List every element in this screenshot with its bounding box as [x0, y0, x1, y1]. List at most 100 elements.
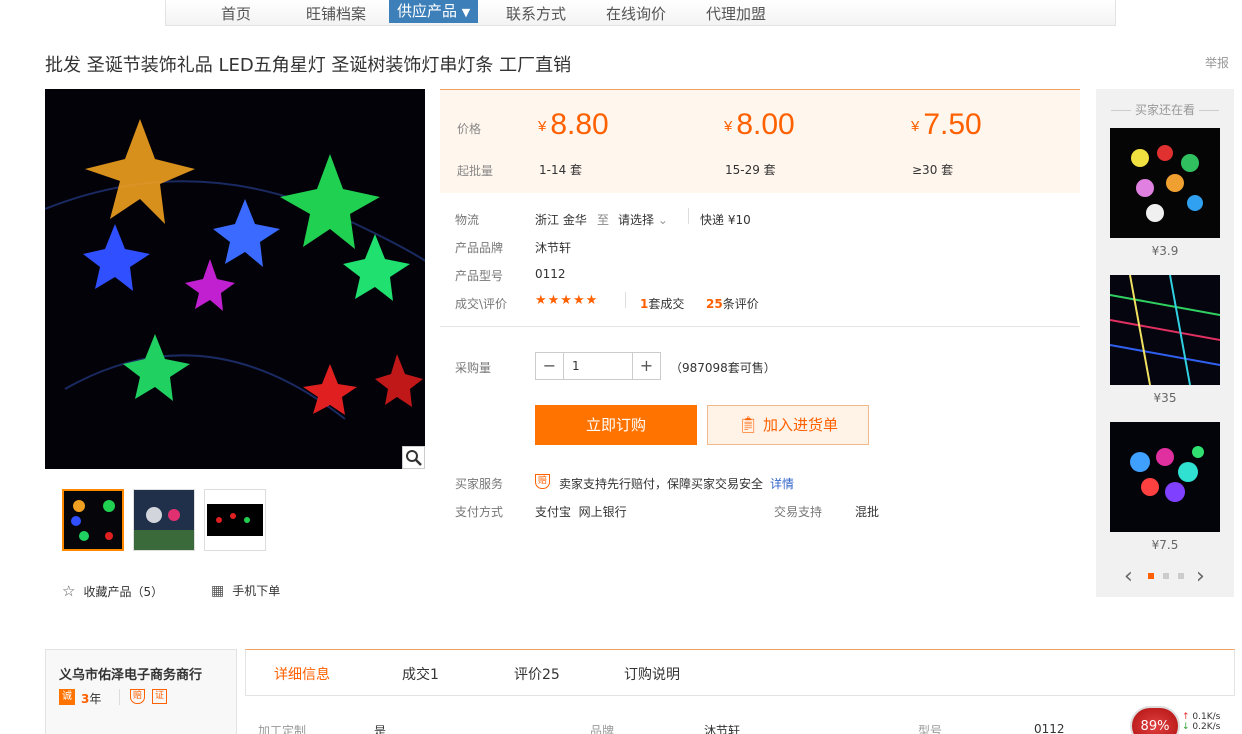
arrow-down-icon: ↓	[1182, 722, 1190, 732]
rec-item-1-image[interactable]	[1110, 128, 1220, 238]
service-details-link[interactable]: 详情	[770, 475, 794, 492]
magnifier-icon	[406, 450, 422, 466]
memory-usage-widget[interactable]: 89%	[1130, 706, 1180, 734]
globe-lights-image	[1110, 422, 1220, 532]
title-rule	[1198, 110, 1219, 111]
shop-name[interactable]: 义乌市佑泽电子商务商行	[59, 664, 202, 683]
recommendations-title-text: 买家还在看	[1134, 103, 1195, 117]
detail-value-brand: 沐节轩	[704, 724, 741, 734]
nav-home[interactable]: 首页	[221, 3, 251, 24]
net-lights-image	[1110, 275, 1220, 385]
pager-dot[interactable]	[1178, 573, 1184, 579]
price-value: 8.80	[550, 108, 609, 141]
quantity-input[interactable]: 1	[563, 353, 633, 379]
detail-tabs: 详细信息 成交1 评价25 订购说明	[245, 649, 1235, 696]
certificate-icon[interactable]: 证	[152, 689, 167, 704]
product-title: 批发 圣诞节装饰礼品 LED五角星灯 圣诞树装饰灯串灯条 工厂直销	[45, 55, 572, 76]
nav-inquiry[interactable]: 在线询价	[606, 3, 666, 24]
clipboard-icon: 📋︎	[737, 415, 759, 434]
nav-shop-profile[interactable]: 旺铺档案	[306, 3, 366, 24]
buy-now-button[interactable]: 立即订购	[535, 405, 697, 445]
decrement-button[interactable]: −	[536, 353, 563, 379]
pager-dot-active[interactable]	[1148, 573, 1154, 579]
buyer-service-text: 卖家支持先行赔付，保障买家交易安全	[559, 477, 764, 491]
ball-lights-image	[1110, 128, 1220, 238]
review-count-link[interactable]: 25条评价	[706, 295, 759, 312]
reviews-label: 成交\评价	[455, 297, 508, 311]
top-nav: 首页 旺铺档案 供应产品 ▼ 联系方式 在线询价 代理加盟	[165, 0, 1116, 26]
sold-count-link[interactable]: 1套成交	[640, 295, 684, 312]
shield-icon[interactable]: 赔	[130, 689, 145, 704]
title-rule	[1111, 110, 1132, 111]
sold-suffix: 套成交	[648, 297, 685, 311]
shop-info-panel: 义乌市佑泽电子商务商行 诚 3年 赔 证	[45, 649, 237, 734]
qty-range-1: 1-14 套	[539, 163, 583, 177]
tab-details[interactable]: 详细信息	[274, 664, 330, 684]
qr-code-icon: ▦	[211, 582, 225, 599]
payment-label: 支付方式	[455, 505, 504, 519]
tab-transactions[interactable]: 成交1	[402, 664, 439, 684]
report-link[interactable]: 举报	[1205, 54, 1229, 71]
nav-products[interactable]: 供应产品 ▼	[389, 0, 479, 23]
detail-value-custom: 是	[374, 724, 387, 734]
brand-value: 沐节轩	[535, 241, 572, 255]
rec-item-3-image[interactable]	[1110, 422, 1220, 532]
add-to-cart-button[interactable]: 📋︎ 加入进货单	[707, 405, 869, 445]
price-value: 7.50	[923, 108, 982, 141]
thumbnail-3[interactable]	[204, 489, 266, 551]
quantity-stepper: − 1 +	[535, 352, 661, 380]
divider	[119, 689, 120, 705]
moq-label: 起批量	[457, 164, 494, 178]
destination-select[interactable]: 请选择 ⌄	[618, 211, 668, 228]
nav-agent[interactable]: 代理加盟	[706, 3, 766, 24]
thumbnail-2[interactable]	[133, 489, 195, 551]
price-label: 价格	[457, 122, 482, 136]
pager-dot[interactable]	[1163, 573, 1169, 579]
prev-arrow-icon[interactable]: ‹	[1124, 564, 1133, 589]
thumbnail-1[interactable]	[62, 489, 124, 551]
detail-label-model: 型号	[918, 724, 943, 734]
favorite-label: 收藏产品（5）	[83, 584, 164, 599]
currency-symbol: ¥	[724, 118, 733, 135]
detail-label-brand: 品牌	[590, 724, 615, 734]
trade-support-label: 交易支持	[774, 505, 823, 519]
chevron-down-icon: ▼	[461, 6, 471, 19]
main-product-image[interactable]	[45, 89, 425, 469]
recommendations-title: 买家还在看	[1096, 101, 1234, 118]
upload-speed-value: 0.1K/s	[1192, 712, 1221, 722]
currency-symbol: ¥	[538, 118, 547, 135]
zoom-button[interactable]	[402, 446, 425, 469]
divider	[688, 208, 689, 224]
buyer-service-label: 买家服务	[455, 477, 504, 491]
nav-contact[interactable]: 联系方式	[506, 3, 566, 24]
model-label: 产品型号	[455, 269, 504, 283]
mobile-order-button[interactable]: ▦ 手机下单	[211, 582, 280, 599]
download-speed: ↓ 0.2K/s	[1182, 722, 1242, 732]
detail-label-custom: 加工定制	[258, 724, 307, 734]
increment-button[interactable]: +	[633, 353, 660, 379]
review-suffix: 条评价	[722, 297, 759, 311]
rec-item-2-price: ¥35	[1153, 391, 1177, 405]
next-arrow-icon[interactable]: ›	[1196, 564, 1205, 589]
express-fee: 快递 ¥10	[700, 213, 751, 227]
tab-reviews[interactable]: 评价25	[514, 664, 560, 684]
price-tier-2: ¥8.00	[724, 108, 795, 142]
logistics-label: 物流	[455, 213, 480, 227]
currency-symbol: ¥	[911, 118, 920, 135]
download-speed-value: 0.2K/s	[1192, 722, 1221, 732]
tab-order-notes[interactable]: 订购说明	[624, 664, 680, 684]
price-tier-1: ¥8.80	[538, 108, 609, 142]
favorite-button[interactable]: ☆ 收藏产品（5）	[62, 582, 163, 600]
purchase-qty-label: 采购量	[455, 361, 492, 375]
price-panel: 价格 起批量 ¥8.80 ¥8.00 ¥7.50 1-14 套 15-29 套 …	[440, 89, 1080, 193]
payment-methods: 支付宝 网上银行	[535, 505, 627, 519]
destination-select-label: 请选择	[618, 213, 655, 227]
thumbnail-1-image	[64, 491, 122, 549]
shield-icon: 赔	[535, 474, 550, 489]
divider	[625, 292, 626, 308]
detail-value-model: 0112	[1034, 722, 1065, 734]
qty-range-3: ≥30 套	[912, 163, 954, 177]
years-suffix: 年	[89, 692, 102, 706]
nav-products-label: 供应产品	[397, 2, 458, 20]
rec-item-2-image[interactable]	[1110, 275, 1220, 385]
